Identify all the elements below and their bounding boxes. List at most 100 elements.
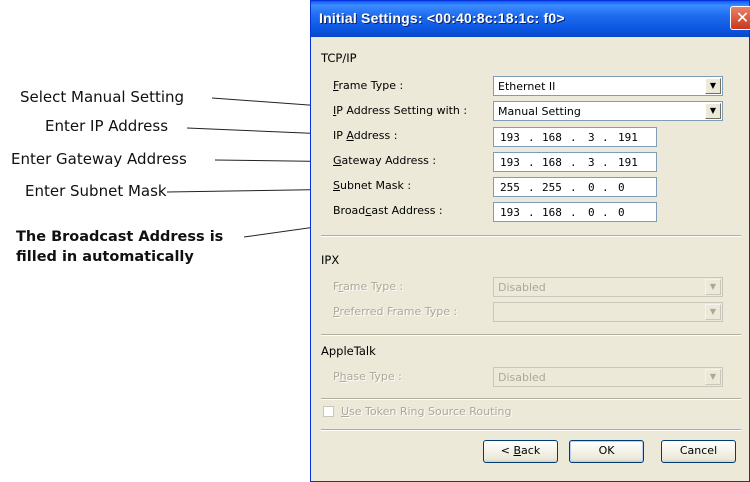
chevron-down-icon: ▼ <box>705 279 721 295</box>
ip-dot: . <box>602 156 609 169</box>
ip-address-mnemonic: A <box>346 129 354 142</box>
ipx-frame-type-label: Frame Type : <box>333 280 403 293</box>
token-ring-mnemonic: U <box>341 405 350 418</box>
close-button[interactable]: ✕ <box>730 6 750 30</box>
chevron-down-icon: ▼ <box>705 304 721 320</box>
ip-setting-label-text: P Address Setting with : <box>336 104 468 117</box>
subnet-octet-2[interactable]: 255 <box>542 181 562 194</box>
ipx-frame-type-label-text: ame Type : <box>343 280 404 293</box>
frame-type-label: Frame Type : <box>333 79 403 92</box>
phase-type-value: Disabled <box>498 371 546 384</box>
preferred-frame-type-select: ▼ <box>493 302 723 322</box>
ipx-section-heading: IPX <box>321 253 340 267</box>
dialog-content: TCP/IP Frame Type : Ethernet II ▼ IP Add… <box>311 37 749 481</box>
chevron-down-icon: ▼ <box>705 369 721 385</box>
separator-tcpip <box>321 235 741 237</box>
broadcast-label: Broadcast Address : <box>333 204 443 217</box>
ip-dot: . <box>602 181 609 194</box>
broadcast-octet-3[interactable]: 0 <box>588 206 595 219</box>
close-icon: ✕ <box>735 8 750 27</box>
ip-octet-4[interactable]: 191 <box>618 131 638 144</box>
ip-octet-2[interactable]: 168 <box>542 131 562 144</box>
gateway-address-field[interactable]: 193 . 168 . 3 . 191 <box>493 152 657 172</box>
frame-type-select[interactable]: Ethernet II ▼ <box>493 76 723 96</box>
ip-dot: . <box>602 131 609 144</box>
ip-address-label-pre: IP <box>333 129 347 142</box>
chevron-down-icon[interactable]: ▼ <box>705 78 721 94</box>
back-button[interactable]: < Back <box>483 440 558 463</box>
gateway-octet-4[interactable]: 191 <box>618 156 638 169</box>
ip-address-label: IP Address : <box>333 129 397 142</box>
ok-button-label: OK <box>598 444 615 457</box>
ip-address-field[interactable]: 193 . 168 . 3 . 191 <box>493 127 657 147</box>
broadcast-label-pre: Broad <box>333 204 366 217</box>
ok-button[interactable]: OK <box>569 440 644 463</box>
preferred-frame-type-label: Preferred Frame Type : <box>333 305 457 318</box>
phase-type-mnemonic: h <box>339 370 347 383</box>
subnet-mask-field[interactable]: 255 . 255 . 0 . 0 <box>493 177 657 197</box>
ip-setting-value: Manual Setting <box>498 105 581 118</box>
subnet-octet-4[interactable]: 0 <box>618 181 625 194</box>
dialog-titlebar[interactable]: Initial Settings: <00:40:8c:18:1c: f0> ✕ <box>311 1 750 37</box>
gateway-label: Gateway Address : <box>333 154 436 167</box>
subnet-octet-1[interactable]: 255 <box>500 181 520 194</box>
ipx-frame-type-select: Disabled ▼ <box>493 277 723 297</box>
gateway-mnemonic: G <box>333 154 342 167</box>
token-ring-label: Use Token Ring Source Routing <box>341 405 511 418</box>
frame-type-label-text: rame Type : <box>338 79 404 92</box>
ip-dot: . <box>528 206 535 219</box>
ip-octet-3[interactable]: 3 <box>588 131 595 144</box>
frame-type-value: Ethernet II <box>498 80 556 93</box>
dialog-title: Initial Settings: <00:40:8c:18:1c: f0> <box>319 10 565 26</box>
ip-dot: . <box>570 206 577 219</box>
tcpip-section-heading: TCP/IP <box>321 51 357 65</box>
subnet-label: Subnet Mask : <box>333 179 411 192</box>
back-button-mnemonic: B <box>513 444 522 457</box>
separator-ipx <box>321 334 741 336</box>
phase-type-label: Phase Type : <box>333 370 402 383</box>
callout-select-manual-setting: Select Manual Setting <box>20 88 185 106</box>
token-ring-label-text: se Token Ring Source Routing <box>349 405 512 418</box>
preferred-frame-type-label-text: referred Frame Type : <box>339 305 458 318</box>
ip-setting-select[interactable]: Manual Setting ▼ <box>493 101 723 121</box>
ip-dot: . <box>528 181 535 194</box>
callout-enter-subnet-mask: Enter Subnet Mask <box>25 182 167 200</box>
callout-broadcast-line2: filled in automatically <box>16 249 194 265</box>
ip-octet-1[interactable]: 193 <box>500 131 520 144</box>
gateway-octet-3[interactable]: 3 <box>588 156 595 169</box>
callout-enter-gateway-address: Enter Gateway Address <box>11 150 187 168</box>
subnet-mnemonic: S <box>333 179 340 192</box>
broadcast-label-text: ast Address : <box>371 204 443 217</box>
gateway-octet-1[interactable]: 193 <box>500 156 520 169</box>
separator-buttons <box>321 429 741 431</box>
ipx-frame-type-value: Disabled <box>498 281 546 294</box>
phase-type-select: Disabled ▼ <box>493 367 723 387</box>
separator-appletalk <box>321 398 741 400</box>
ip-setting-label: IP Address Setting with : <box>333 104 467 117</box>
callout-enter-ip-address: Enter IP Address <box>45 117 169 135</box>
back-button-label: ack <box>521 444 541 457</box>
initial-settings-dialog: Initial Settings: <00:40:8c:18:1c: f0> ✕… <box>310 0 750 482</box>
ip-dot: . <box>602 206 609 219</box>
subnet-octet-3[interactable]: 0 <box>588 181 595 194</box>
phase-type-label-text: ase Type : <box>346 370 402 383</box>
broadcast-octet-1[interactable]: 193 <box>500 206 520 219</box>
ip-address-label-text: ddress : <box>353 129 398 142</box>
ip-dot: . <box>570 181 577 194</box>
subnet-label-text: ubnet Mask : <box>339 179 412 192</box>
appletalk-section-heading: AppleTalk <box>321 344 376 358</box>
cancel-button[interactable]: Cancel <box>661 440 736 463</box>
gateway-octet-2[interactable]: 168 <box>542 156 562 169</box>
ip-dot: . <box>570 131 577 144</box>
ip-dot: . <box>528 131 535 144</box>
ip-dot: . <box>570 156 577 169</box>
cancel-button-label: Cancel <box>679 444 718 457</box>
ip-dot: . <box>528 156 535 169</box>
back-button-pre: < <box>500 444 514 457</box>
broadcast-address-field[interactable]: 193 . 168 . 0 . 0 <box>493 202 657 222</box>
chevron-down-icon[interactable]: ▼ <box>705 103 721 119</box>
broadcast-octet-4[interactable]: 0 <box>618 206 625 219</box>
gateway-label-text: ateway Address : <box>341 154 437 167</box>
broadcast-octet-2[interactable]: 168 <box>542 206 562 219</box>
token-ring-checkbox <box>323 406 334 417</box>
